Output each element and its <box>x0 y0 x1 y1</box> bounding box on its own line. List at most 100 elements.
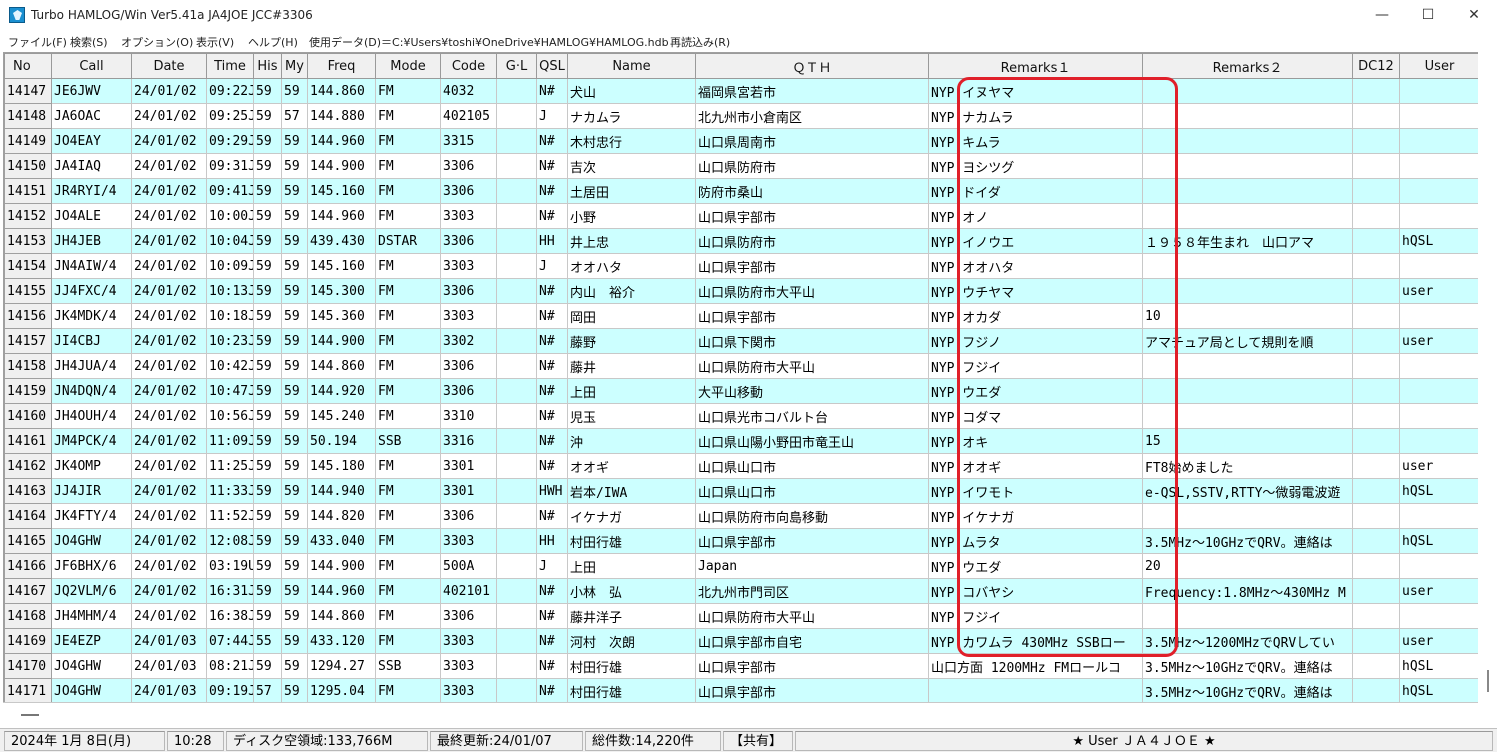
cell-name[interactable]: 小野 <box>567 203 696 229</box>
cell-gl[interactable] <box>496 228 537 254</box>
cell-mode[interactable]: FM <box>375 528 441 554</box>
cell-remarks2[interactable] <box>1142 203 1353 229</box>
cell-code[interactable]: 3306 <box>440 278 497 304</box>
cell-mode[interactable]: FM <box>375 678 441 702</box>
cell-name[interactable]: 小林 弘 <box>567 578 696 604</box>
cell-date[interactable]: 24/01/02 <box>131 553 207 579</box>
cell-mode[interactable]: FM <box>375 153 441 179</box>
cell-remarks2[interactable]: 20 <box>1142 553 1353 579</box>
cell-qsl[interactable]: N# <box>536 578 568 604</box>
cell-gl[interactable] <box>496 328 537 354</box>
cell-no[interactable]: 14167 <box>4 578 52 604</box>
cell-gl[interactable] <box>496 678 537 702</box>
cell-remarks2[interactable]: 15 <box>1142 428 1353 454</box>
cell-remarks2[interactable] <box>1142 103 1353 129</box>
cell-user[interactable]: user <box>1399 578 1478 604</box>
cell-qsl[interactable]: N# <box>536 153 568 179</box>
cell-gl[interactable] <box>496 203 537 229</box>
cell-remarks2[interactable]: e-QSL,SSTV,RTTY～微弱電波遊 <box>1142 478 1353 504</box>
cell-remarks1[interactable]: NYP オカダ <box>928 303 1143 329</box>
cell-remarks2[interactable] <box>1142 403 1353 429</box>
cell-my[interactable]: 59 <box>281 178 308 204</box>
cell-user[interactable] <box>1399 428 1478 454</box>
cell-no[interactable]: 14154 <box>4 253 52 279</box>
cell-freq[interactable]: 144.900 <box>307 153 376 179</box>
cell-his[interactable]: 59 <box>253 578 282 604</box>
cell-qsl[interactable]: N# <box>536 678 568 702</box>
cell-qth[interactable]: 北九州市門司区 <box>695 578 929 604</box>
cell-his[interactable]: 59 <box>253 78 282 104</box>
cell-remarks1[interactable]: NYP イノウエ <box>928 228 1143 254</box>
cell-mode[interactable]: FM <box>375 603 441 629</box>
cell-time[interactable]: 10:13J <box>206 278 254 304</box>
cell-time[interactable]: 10:56J <box>206 403 254 429</box>
cell-user[interactable]: user <box>1399 278 1478 304</box>
cell-date[interactable]: 24/01/02 <box>131 178 207 204</box>
cell-gl[interactable] <box>496 253 537 279</box>
cell-qth[interactable]: 山口県宇部市 <box>695 203 929 229</box>
cell-remarks1[interactable]: NYP オキ <box>928 428 1143 454</box>
cell-dc12[interactable] <box>1352 128 1400 154</box>
cell-qsl[interactable]: N# <box>536 428 568 454</box>
table-row[interactable]: 14163 JJ4JIR 24/01/02 11:33J 59 59 144.940 FM 33… <box>4 478 1478 504</box>
cell-name[interactable]: 上田 <box>567 378 696 404</box>
cell-user[interactable] <box>1399 403 1478 429</box>
cell-his[interactable]: 59 <box>253 178 282 204</box>
column-header-my[interactable]: My <box>281 53 308 79</box>
column-header-name[interactable]: Name <box>567 53 696 79</box>
cell-code[interactable]: 3306 <box>440 503 497 529</box>
cell-date[interactable]: 24/01/02 <box>131 103 207 129</box>
cell-remarks2[interactable] <box>1142 153 1353 179</box>
cell-no[interactable]: 14152 <box>4 203 52 229</box>
cell-mode[interactable]: FM <box>375 403 441 429</box>
cell-qth[interactable]: 大平山移動 <box>695 378 929 404</box>
cell-dc12[interactable] <box>1352 103 1400 129</box>
cell-user[interactable]: hQSL <box>1399 528 1478 554</box>
cell-time[interactable]: 11:25J <box>206 453 254 479</box>
cell-remarks2[interactable]: 3.5MHz～10GHzでQRV。連絡は <box>1142 528 1353 554</box>
cell-dc12[interactable] <box>1352 328 1400 354</box>
cell-no[interactable]: 14161 <box>4 428 52 454</box>
cell-freq[interactable]: 433.120 <box>307 628 376 654</box>
cell-date[interactable]: 24/01/02 <box>131 203 207 229</box>
cell-name[interactable]: オオギ <box>567 453 696 479</box>
cell-time[interactable]: 03:19U <box>206 553 254 579</box>
cell-name[interactable]: 藤井 <box>567 353 696 379</box>
cell-date[interactable]: 24/01/02 <box>131 328 207 354</box>
cell-no[interactable]: 14151 <box>4 178 52 204</box>
cell-remarks1[interactable]: NYP イヌヤマ <box>928 78 1143 104</box>
cell-user[interactable] <box>1399 353 1478 379</box>
cell-dc12[interactable] <box>1352 228 1400 254</box>
cell-call[interactable]: JK4OMP <box>51 453 132 479</box>
cell-user[interactable] <box>1399 78 1478 104</box>
cell-mode[interactable]: DSTAR <box>375 228 441 254</box>
cell-gl[interactable] <box>496 628 537 654</box>
cell-qsl[interactable]: N# <box>536 403 568 429</box>
cell-code[interactable]: 3316 <box>440 428 497 454</box>
table-row[interactable]: 14154 JN4AIW/4 24/01/02 10:09J 59 59 145.160 FM… <box>4 253 1478 279</box>
cell-no[interactable]: 14157 <box>4 328 52 354</box>
cell-call[interactable]: JJ4FXC/4 <box>51 278 132 304</box>
cell-freq[interactable]: 144.820 <box>307 503 376 529</box>
table-row[interactable]: 14166 JF6BHX/6 24/01/02 03:19U 59 59 144.900 FM… <box>4 553 1478 579</box>
table-row[interactable]: 14167 JQ2VLM/6 24/01/02 16:31J 59 59 144.960 FM… <box>4 578 1478 604</box>
cell-call[interactable]: JK4FTY/4 <box>51 503 132 529</box>
cell-date[interactable]: 24/01/02 <box>131 78 207 104</box>
cell-mode[interactable]: FM <box>375 553 441 579</box>
cell-name[interactable]: 犬山 <box>567 78 696 104</box>
cell-no[interactable]: 14159 <box>4 378 52 404</box>
cell-date[interactable]: 24/01/02 <box>131 503 207 529</box>
cell-date[interactable]: 24/01/02 <box>131 353 207 379</box>
cell-my[interactable]: 59 <box>281 678 308 702</box>
cell-freq[interactable]: 439.430 <box>307 228 376 254</box>
cell-remarks1[interactable]: NYP カワムラ 430MHz SSBロー <box>928 628 1143 654</box>
table-row[interactable]: 14152 JO4ALE 24/01/02 10:00J 59 59 144.960 FM 33… <box>4 203 1478 229</box>
menu-options[interactable]: オプション(O) <box>121 34 193 50</box>
cell-user[interactable] <box>1399 603 1478 629</box>
cell-mode[interactable]: FM <box>375 278 441 304</box>
cell-his[interactable]: 59 <box>253 103 282 129</box>
cell-time[interactable]: 11:33J <box>206 478 254 504</box>
cell-code[interactable]: 3303 <box>440 253 497 279</box>
cell-time[interactable]: 10:42J <box>206 353 254 379</box>
cell-call[interactable]: JO4GHW <box>51 653 132 679</box>
